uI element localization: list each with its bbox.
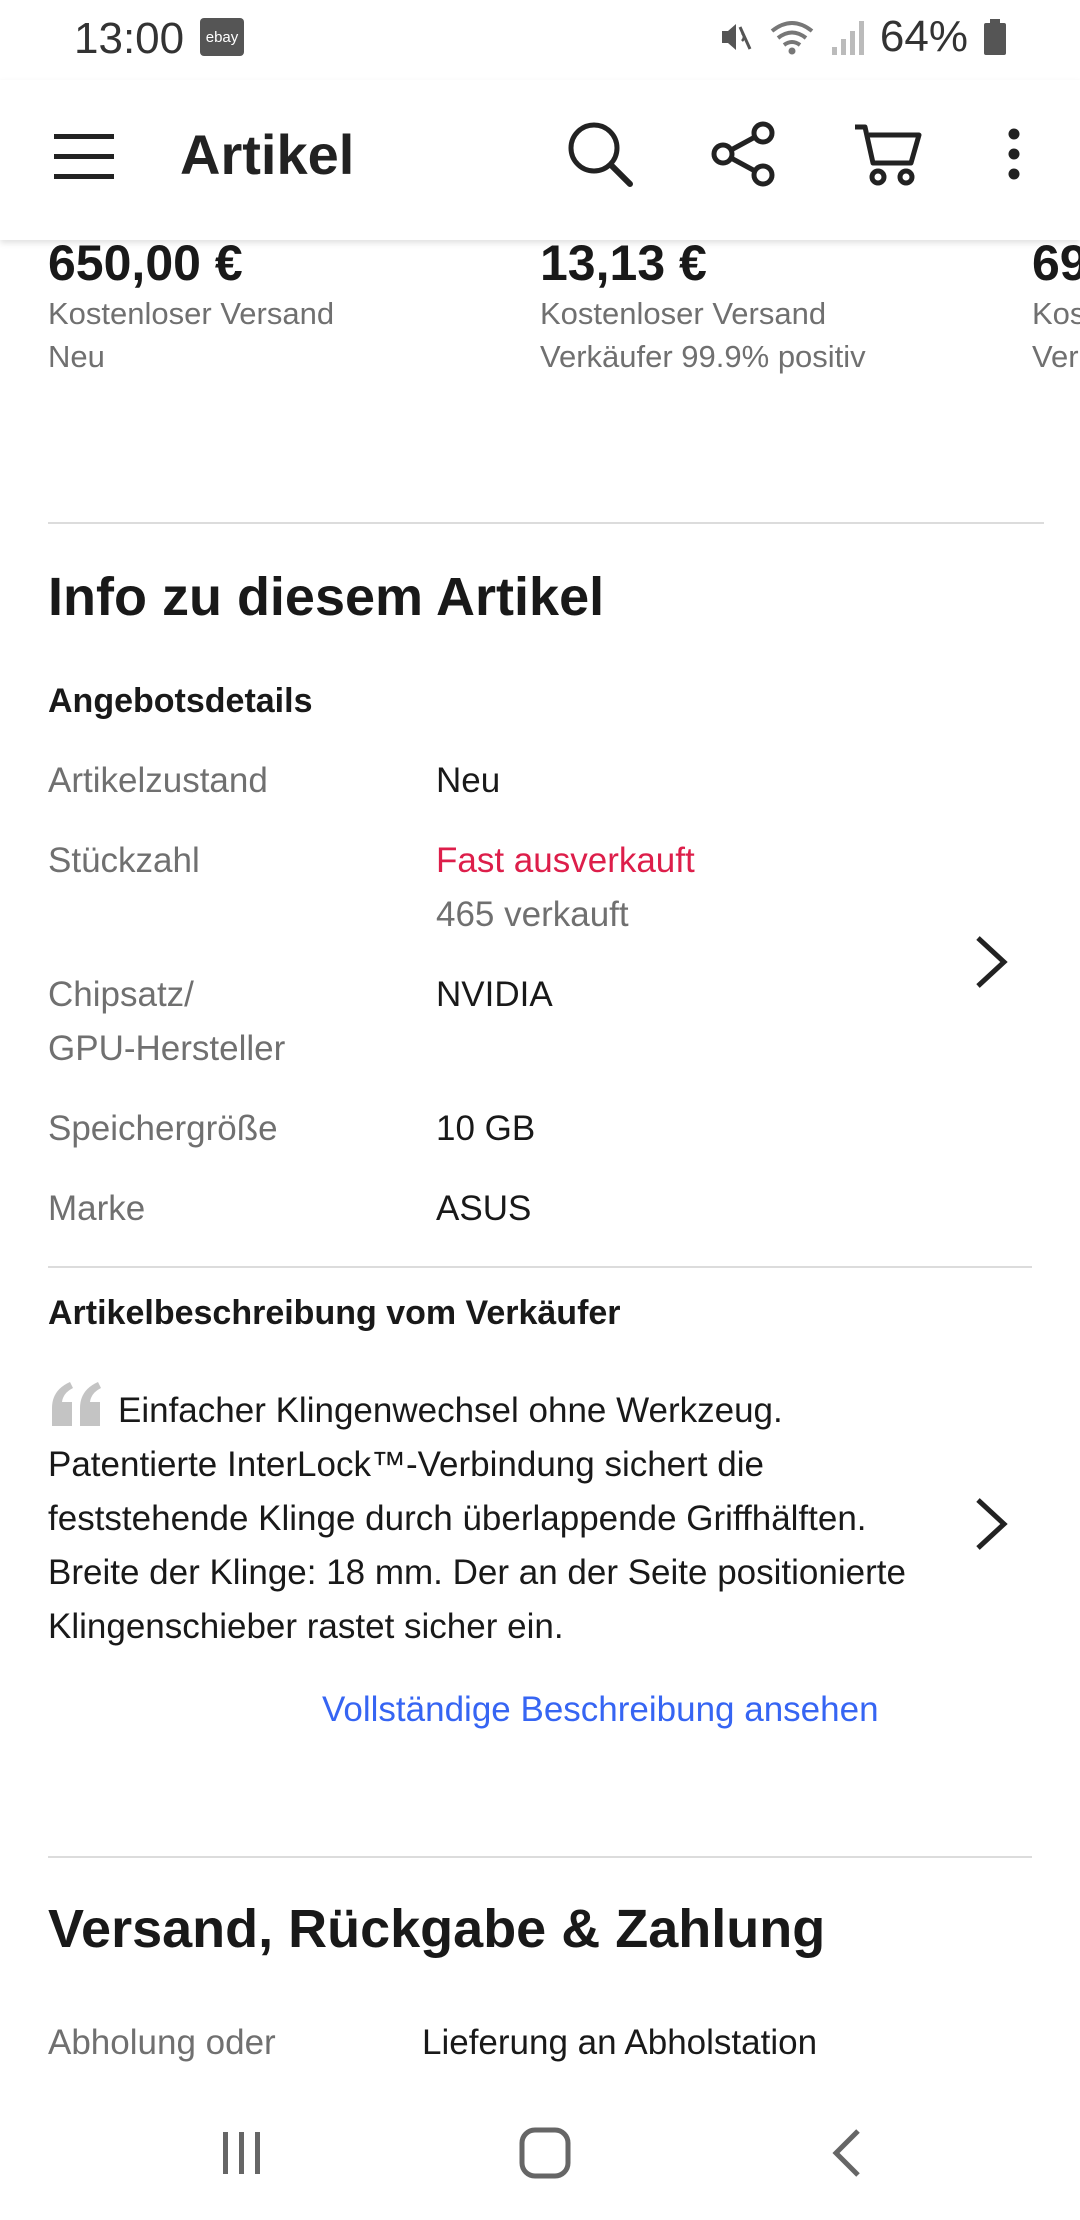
back-button[interactable] (808, 2120, 888, 2190)
chevron-right-icon (970, 936, 1010, 996)
spec-value: NVIDIA (436, 975, 553, 1014)
back-icon (828, 2125, 868, 2186)
shipping-row-label: Abholung oder (48, 2023, 276, 2062)
mute-icon (714, 17, 754, 57)
divider (48, 522, 1044, 524)
similar-item-shipping: Kostenloser Versand (48, 296, 335, 331)
search-icon (564, 118, 636, 195)
similar-item-seller: Ver (1032, 339, 1079, 374)
stock-status: Fast ausverkauft (436, 841, 695, 880)
description-chevron[interactable] (970, 1494, 1020, 1554)
more-icon (1004, 124, 1024, 189)
similar-item-condition: Neu (48, 339, 105, 374)
similar-item-seller: Verkäufer 99.9% positiv (540, 339, 866, 374)
sold-count: 465 verkauft (436, 895, 629, 934)
cart-icon (851, 117, 925, 196)
spec-label: GPU-Hersteller (48, 1029, 286, 1068)
battery-icon (982, 17, 1008, 57)
full-description-link[interactable]: Vollständige Beschreibung ansehen (322, 1690, 879, 1730)
page-title: Artikel (180, 123, 355, 186)
divider (48, 1266, 1032, 1268)
similar-item-card[interactable]: 650,00 € Kostenloser Versand Neu (48, 240, 488, 378)
status-bar: 13:00 ebay 64% (0, 0, 1080, 80)
similar-item-price: 69 (1032, 240, 1080, 291)
share-button[interactable] (704, 116, 784, 196)
more-options-button[interactable] (974, 116, 1054, 196)
menu-icon (50, 134, 120, 196)
similar-item-card[interactable]: 69 Kos Ver (1032, 240, 1080, 378)
offer-details-chevron[interactable] (970, 932, 1020, 992)
app-bar: Artikel (0, 80, 1080, 240)
chevron-right-icon (970, 1498, 1010, 1558)
divider (48, 1856, 1032, 1858)
spec-label: Speichergröße (48, 1109, 278, 1148)
ebay-notification-icon: ebay (200, 18, 244, 56)
wifi-icon (768, 17, 816, 57)
spec-label: Stückzahl (48, 841, 200, 880)
similar-item-price: 650,00 € (48, 240, 243, 291)
menu-button[interactable] (50, 122, 120, 192)
similar-item-shipping: Kos (1032, 296, 1080, 331)
system-nav-bar (0, 2080, 1080, 2220)
spec-label: Marke (48, 1189, 146, 1228)
spec-value: Neu (436, 761, 501, 800)
recents-icon (217, 2128, 267, 2183)
shipping-section-title: Versand, Rückgabe & Zahlung (48, 1899, 826, 1959)
spec-label: Artikelzustand (48, 761, 268, 800)
share-icon (709, 119, 779, 194)
offer-details-heading: Angebotsdetails (48, 682, 313, 720)
recents-button[interactable] (202, 2120, 282, 2190)
spec-value: 10 GB (436, 1109, 536, 1148)
similar-item-shipping: Kostenloser Versand (540, 296, 827, 331)
spec-value: ASUS (436, 1189, 532, 1228)
status-time: 13:00 (74, 14, 185, 63)
description-text-block: Einfacher Klingenwechsel ohne Werkzeug. … (48, 1382, 948, 1654)
battery-percent: 64% (879, 12, 968, 61)
similar-item-card[interactable]: 13,13 € Kostenloser Versand Verkäufer 99… (540, 240, 980, 378)
similar-items-strip[interactable]: 650,00 € Kostenloser Versand Neu 13,13 €… (0, 240, 1080, 390)
cart-button[interactable] (848, 116, 928, 196)
quote-icon (48, 1382, 106, 1426)
signal-icon (830, 17, 866, 57)
home-button[interactable] (505, 2120, 585, 2190)
status-icons: 64% (714, 12, 1008, 62)
search-button[interactable] (560, 116, 640, 196)
spec-label: Chipsatz/ (48, 975, 194, 1014)
seller-description-heading: Artikelbeschreibung vom Verkäufer (48, 1294, 621, 1332)
home-icon (517, 2125, 573, 2186)
info-section-title: Info zu diesem Artikel (48, 567, 605, 627)
shipping-row-value: Lieferung an Abholstation (422, 2023, 818, 2062)
similar-item-price: 13,13 € (540, 240, 707, 291)
description-text: Einfacher Klingenwechsel ohne Werkzeug. … (48, 1391, 906, 1646)
